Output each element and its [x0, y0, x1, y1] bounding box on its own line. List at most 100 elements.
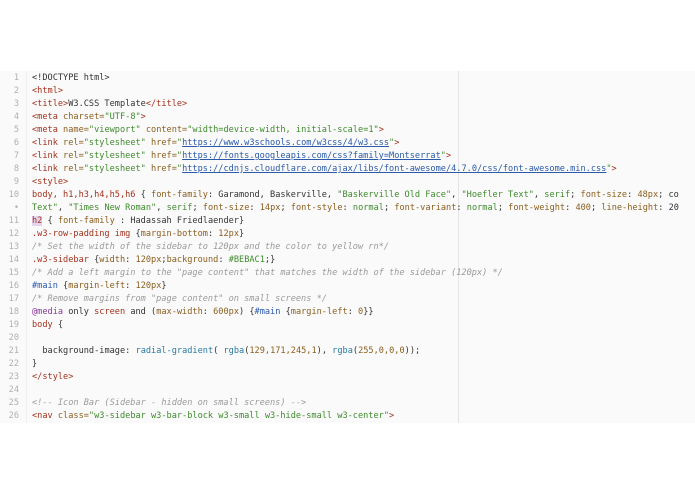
line-code: </style>: [32, 371, 73, 384]
line-number: 18: [8, 307, 19, 317]
code-token: }: [161, 281, 167, 291]
code-token: rgba: [223, 346, 245, 356]
code-token: href=: [151, 151, 177, 161]
code-token: ,: [156, 203, 167, 213]
code-line[interactable]: 14 .w3-sidebar {width: 120px;background: …: [0, 254, 695, 267]
code-line[interactable]: 20: [0, 332, 695, 345]
code-token: margin-left: [290, 307, 348, 317]
code-token: </title>: [145, 99, 188, 109]
code-token: href=: [151, 164, 177, 174]
code-line[interactable]: • Text", "Times New Roman", serif; font-s…: [0, 202, 695, 215]
code-line[interactable]: 19 body {: [0, 319, 695, 332]
code-line[interactable]: 15 /* Add a left margin to the "page cont…: [0, 267, 695, 280]
code-line[interactable]: 17 /* Remove margins from "page content" …: [0, 293, 695, 306]
line-code: /* Set the width of the sidebar to 120px…: [32, 241, 389, 254]
code-token: 12px: [218, 229, 239, 239]
code-token: 120px: [135, 255, 162, 265]
code-token: font-family: [151, 190, 208, 200]
code-token: 400: [575, 203, 591, 213]
code-line[interactable]: 26 <nav class="w3-sidebar w3-bar-block w3…: [0, 410, 695, 423]
code-token: href=: [151, 138, 177, 148]
code-token: <meta: [32, 112, 64, 122]
code-token: ) {: [239, 307, 255, 317]
line-code: Text", "Times New Roman", serif; font-si…: [32, 202, 679, 215]
line-number: 3: [13, 99, 19, 109]
code-editor[interactable]: 1 <!DOCTYPE html> 2 <html> 3 <title>W3.CSS Te…: [0, 71, 695, 423]
line-code: .w3-row-padding img {margin-bottom: 12px…: [32, 228, 244, 241]
code-token: only: [63, 307, 95, 317]
code-token: .w3-row-padding img: [32, 229, 131, 239]
code-token: font-variant: [394, 203, 457, 213]
code-line[interactable]: 1 <!DOCTYPE html>: [0, 72, 695, 85]
code-token: "stylesheet": [83, 151, 152, 161]
code-line[interactable]: 6 <link rel="stylesheet" href="https://ww…: [0, 137, 695, 150]
code-line[interactable]: 25 <!-- Icon Bar (Sidebar - hidden on sma…: [0, 397, 695, 410]
code-token: <html>: [32, 86, 64, 96]
line-code: #main {margin-left: 120px}: [32, 280, 167, 293]
code-line[interactable]: 4 <meta charset="UTF-8">: [0, 111, 695, 124]
code-token: background-image: [42, 346, 126, 356]
line-number: 17: [8, 294, 19, 304]
code-line[interactable]: 10 body, h1,h3,h4,h5,h6 { font-family: Ga…: [0, 189, 695, 202]
code-token: "Hoefler Text": [461, 190, 534, 200]
code-line[interactable]: 24: [0, 384, 695, 397]
code-line[interactable]: 11 h2 { font-family : Hadassah Friedlaend…: [0, 215, 695, 228]
code-token: https://fonts.googleapis.com/css?family=…: [182, 151, 441, 161]
code-token: </style>: [32, 372, 74, 382]
code-line[interactable]: 22}: [0, 358, 695, 371]
code-line[interactable]: 8 <link rel="stylesheet" href="https://cd…: [0, 163, 695, 176]
line-number: •: [13, 203, 19, 213]
line-code: <!-- Icon Bar (Sidebar - hidden on small…: [32, 397, 306, 410]
code-token: background: [166, 255, 219, 265]
code-token: <!-- Icon Bar (Sidebar - hidden on small…: [32, 398, 307, 408]
line-number: 22: [8, 359, 19, 369]
code-token: :: [456, 203, 467, 213]
code-token: ;: [383, 203, 395, 213]
code-line[interactable]: 23 </style>: [0, 371, 695, 384]
code-token: h2: [32, 216, 43, 226]
code-token: {: [88, 255, 100, 265]
code-token: content=: [145, 125, 188, 135]
code-token: font-weight: [508, 203, 566, 213]
line-number: 13: [8, 242, 19, 252]
code-line[interactable]: 3 <title>W3.CSS Template</title>: [0, 98, 695, 111]
code-line[interactable]: 13 /* Set the width of the sidebar to 120…: [0, 241, 695, 254]
code-line[interactable]: 21 background-image: radial-gradient( rg…: [0, 345, 695, 358]
code-token: .w3-sidebar: [32, 255, 89, 265]
line-code: <link rel="stylesheet" href="https://fon…: [32, 150, 451, 163]
code-token: https://cdnjs.cloudflare.com/ajax/libs/f…: [182, 164, 607, 174]
code-line[interactable]: 16 #main {margin-left: 120px}: [0, 280, 695, 293]
code-token: 48px: [637, 190, 659, 200]
code-token: font-size: [580, 190, 628, 200]
code-token: <nav: [32, 411, 58, 421]
code-token: #main: [254, 307, 281, 317]
code-token: "Times New Roman": [68, 203, 157, 213]
code-token: : 20: [658, 203, 679, 213]
line-code: /* Add a left margin to the "page conten…: [32, 267, 503, 280]
code-token: :: [218, 255, 229, 265]
code-line[interactable]: 9 <style>: [0, 176, 695, 189]
code-line[interactable]: 7 <link rel="stylesheet" href="https://fo…: [0, 150, 695, 163]
line-code: .w3-sidebar {width: 120px;background: #B…: [32, 254, 275, 267]
code-token: {: [52, 320, 64, 330]
line-code: body, h1,h3,h4,h5,h6 { font-family: Gara…: [32, 189, 679, 202]
code-token: "viewport": [88, 125, 146, 135]
code-token: ;: [192, 203, 203, 213]
line-code: <html>: [32, 85, 63, 98]
code-token: {: [135, 190, 152, 200]
code-token: {: [42, 216, 58, 226]
line-code: background-image: radial-gradient( rgba(…: [32, 345, 420, 358]
code-token: normal: [352, 203, 384, 213]
code-line[interactable]: 2 <html>: [0, 85, 695, 98]
code-token: max-width: [156, 307, 203, 317]
code-token: class=: [57, 411, 89, 421]
code-token: rgba: [332, 346, 353, 356]
code-token: ));: [404, 346, 421, 356]
line-code: body {: [32, 319, 63, 332]
code-line[interactable]: 5 <meta name="viewport" content="width=de…: [0, 124, 695, 137]
code-token: {: [130, 229, 141, 239]
code-line[interactable]: 12 .w3-row-padding img {margin-bottom: 12…: [0, 228, 695, 241]
code-line[interactable]: 18 @media only screen and (max-width: 600…: [0, 306, 695, 319]
code-token: @media: [32, 307, 64, 317]
